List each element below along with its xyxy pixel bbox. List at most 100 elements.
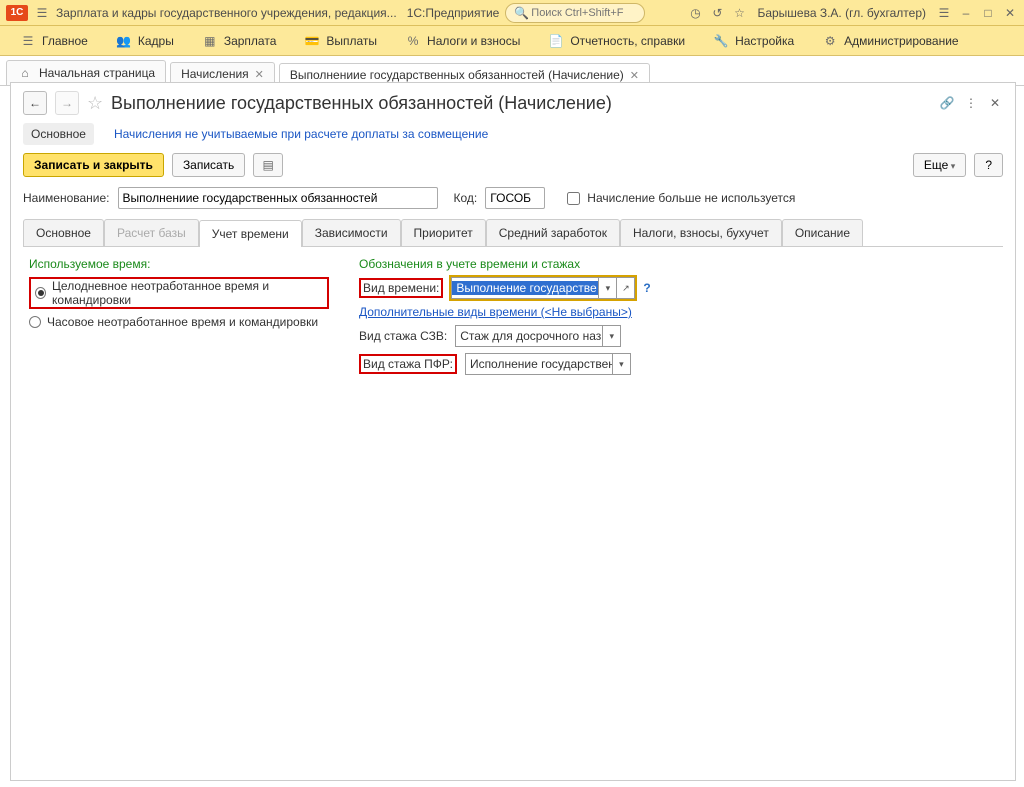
subtab-nalogi[interactable]: Налоги, взносы, бухучет (620, 219, 782, 246)
subtab-opisanie[interactable]: Описание (782, 219, 863, 246)
stazh-szv-label: Вид стажа СЗВ: (359, 329, 447, 343)
combo-open-icon[interactable]: ↗ (616, 278, 634, 298)
menu-vyplaty-label: Выплаты (326, 34, 377, 48)
platform-name: 1С:Предприятие (407, 6, 500, 20)
kebab-icon[interactable]: ⋮ (963, 95, 979, 111)
stazh-pfr-combo[interactable]: Исполнение государствен ▾ (465, 353, 631, 375)
subtab-uchet-vremeni[interactable]: Учет времени (199, 220, 302, 247)
history-icon[interactable]: ↺ (709, 5, 725, 21)
menu-otchet-label: Отчетность, справки (570, 34, 685, 48)
menu-kadry[interactable]: 👥 Кадры (102, 26, 188, 55)
subtab-prioritet[interactable]: Приоритет (401, 219, 486, 246)
subtab-sr-zarabotok[interactable]: Средний заработок (486, 219, 620, 246)
vid-vremeni-value: Выполнение государстве (452, 281, 598, 295)
global-search-input[interactable] (529, 6, 636, 20)
menu-main[interactable]: ☰ Главное (6, 26, 102, 55)
radio-fullday-label: Целодневное неотработанное время и коман… (52, 279, 323, 307)
basic-fields: Наименование: Код: Начисление больше не … (11, 185, 1015, 219)
nav-back-button[interactable]: ← (23, 91, 47, 115)
save-and-close-button[interactable]: Записать и закрыть (23, 153, 164, 177)
stazh-pfr-label: Вид стажа ПФР: (359, 354, 457, 374)
report-icon: 📄 (548, 33, 564, 49)
subtab-raschet-bazy[interactable]: Расчет базы (104, 219, 199, 246)
panel-nav-exclusions-link[interactable]: Начисления не учитываемые при расчете до… (106, 123, 496, 145)
radio-dot-icon (29, 316, 41, 328)
star-icon[interactable]: ☆ (731, 5, 747, 21)
radio-hourly-label: Часовое неотработанное время и командиро… (47, 315, 318, 329)
wrench-icon: 🔧 (713, 33, 729, 49)
name-label: Наименование: (23, 191, 110, 205)
vid-vremeni-combo[interactable]: Выполнение государстве ▾ ↗ (451, 277, 635, 299)
radio-fullday[interactable]: Целодневное неотработанное время и коман… (29, 277, 329, 309)
form-subtabs: Основное Расчет базы Учет времени Зависи… (23, 219, 1003, 247)
main-menu: ☰ Главное 👥 Кадры ▦Зарплата 💳 Выплаты % Нало… (0, 26, 1024, 56)
page-title: Выполнениие государственных обязанностей… (111, 93, 612, 114)
minimize-icon[interactable]: – (958, 5, 974, 21)
code-input[interactable] (485, 187, 545, 209)
checklist-icon: ▤ (260, 157, 276, 173)
menu-kadry-label: Кадры (138, 34, 174, 48)
gear-icon: ⚙ (822, 33, 838, 49)
more-button[interactable]: Еще (913, 153, 966, 177)
home-icon: ⌂ (17, 65, 33, 81)
global-search[interactable]: 🔍 (505, 3, 645, 23)
combo-dropdown-icon[interactable]: ▾ (612, 354, 630, 374)
form-header: ← → ☆ Выполнениие государственных обязан… (23, 91, 1003, 115)
menu-nalogi-label: Налоги и взносы (427, 34, 520, 48)
menu-otchet[interactable]: 📄 Отчетность, справки (534, 26, 699, 55)
menu-nastroika-label: Настройка (735, 34, 794, 48)
tab-gov-duties-label: Выполнениие государственных обязанностей… (290, 68, 624, 82)
people-icon: 👥 (116, 33, 132, 49)
vid-vremeni-label: Вид времени: (359, 278, 443, 298)
maximize-icon[interactable]: □ (980, 5, 996, 21)
menu-main-icon: ☰ (20, 33, 36, 49)
stazh-szv-value: Стаж для досрочного наз (456, 329, 602, 343)
percent-icon: % (405, 33, 421, 49)
combo-dropdown-icon[interactable]: ▾ (598, 278, 616, 298)
menu-nalogi[interactable]: % Налоги и взносы (391, 26, 534, 55)
panel-nav-main[interactable]: Основное (23, 123, 94, 145)
time-accounting-tab-body: Используемое время: Целодневное неотрабо… (11, 247, 1015, 391)
link-icon[interactable]: 🔗 (939, 95, 955, 111)
menu-main-label: Главное (42, 34, 88, 48)
close-form-icon[interactable]: ✕ (987, 95, 1003, 111)
extra-time-types-link[interactable]: Дополнительные виды времени (<Не выбраны… (359, 305, 632, 319)
checklist-button[interactable]: ▤ (253, 153, 283, 177)
designations-label: Обозначения в учете времени и стажах (359, 257, 651, 271)
close-icon[interactable]: ✕ (255, 68, 264, 81)
save-button[interactable]: Записать (172, 153, 245, 177)
nav-forward-button[interactable]: → (55, 91, 79, 115)
settings-lines-icon[interactable]: ☰ (936, 5, 952, 21)
menu-admin[interactable]: ⚙Администрирование (808, 26, 972, 55)
help-button[interactable]: ? (974, 153, 1003, 177)
wallet-icon: 💳 (304, 33, 320, 49)
help-question-icon[interactable]: ? (643, 281, 650, 295)
table-icon: ▦ (202, 33, 218, 49)
not-used-label: Начисление больше не используется (587, 191, 795, 205)
favorite-star-icon[interactable]: ☆ (87, 95, 103, 111)
subtab-osnovnoe[interactable]: Основное (23, 219, 104, 246)
search-icon: 🔍 (514, 5, 529, 21)
stazh-szv-combo[interactable]: Стаж для досрочного наз ▾ (455, 325, 621, 347)
user-name[interactable]: Барышева З.А. (гл. бухгалтер) (753, 6, 930, 20)
close-icon[interactable]: ✕ (630, 69, 639, 82)
panel-nav: Основное Начисления не учитываемые при р… (23, 123, 496, 145)
subtab-zavisimosti[interactable]: Зависимости (302, 219, 401, 246)
radio-dot-icon (35, 287, 46, 299)
hamburger-icon[interactable]: ☰ (34, 5, 50, 21)
code-label: Код: (454, 191, 478, 205)
used-time-label: Используемое время: (29, 257, 329, 271)
bell-icon[interactable]: ◷ (687, 5, 703, 21)
logo-1c: 1C (6, 5, 28, 21)
menu-nastroika[interactable]: 🔧 Настройка (699, 26, 808, 55)
titlebar: 1C ☰ Зарплата и кадры государственного у… (0, 0, 1024, 26)
not-used-checkbox-input[interactable] (567, 192, 580, 205)
combo-dropdown-icon[interactable]: ▾ (602, 326, 620, 346)
menu-zarplata[interactable]: ▦Зарплата (188, 26, 291, 55)
app-title: Зарплата и кадры государственного учрежд… (56, 6, 397, 20)
name-input[interactable] (118, 187, 438, 209)
radio-hourly[interactable]: Часовое неотработанное время и командиро… (29, 313, 329, 331)
not-used-checkbox[interactable]: Начисление больше не используется (563, 189, 795, 208)
close-window-icon[interactable]: ✕ (1002, 5, 1018, 21)
menu-vyplaty[interactable]: 💳 Выплаты (290, 26, 391, 55)
